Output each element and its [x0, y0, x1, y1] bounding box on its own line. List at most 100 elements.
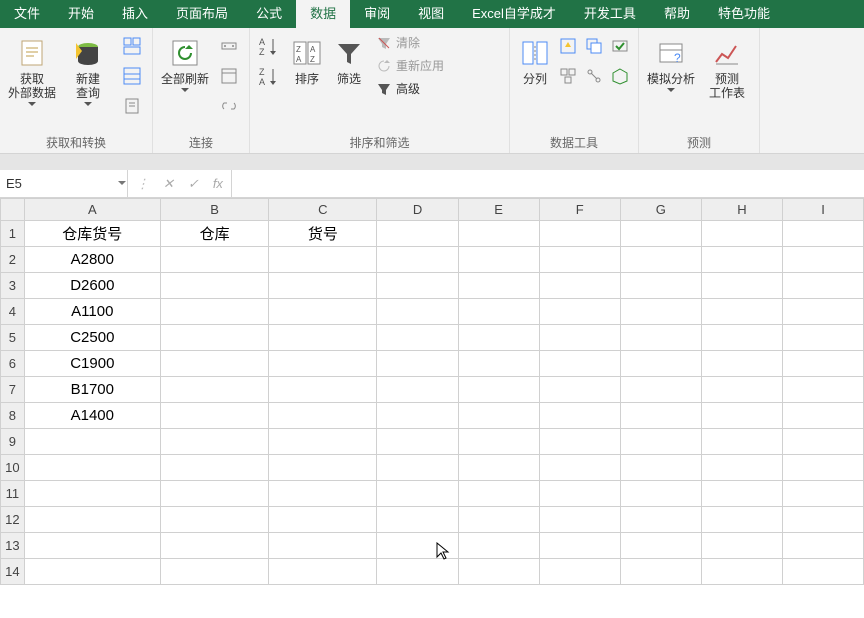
cell[interactable] [783, 299, 864, 325]
tab-file[interactable]: 文件 [0, 0, 54, 28]
cell[interactable] [620, 507, 701, 533]
cell[interactable] [783, 273, 864, 299]
cell[interactable] [783, 377, 864, 403]
cell[interactable] [269, 429, 377, 455]
cell[interactable] [458, 507, 539, 533]
what-if-button[interactable]: ? 模拟分析 [643, 32, 699, 100]
cell[interactable] [269, 377, 377, 403]
cell[interactable] [269, 325, 377, 351]
name-box[interactable]: E5 [0, 170, 128, 197]
row-header[interactable]: 4 [1, 299, 25, 325]
cell[interactable] [701, 273, 782, 299]
cell[interactable] [620, 221, 701, 247]
cell[interactable] [539, 221, 620, 247]
cell[interactable] [269, 273, 377, 299]
tab-review[interactable]: 审阅 [350, 0, 404, 28]
reapply-button[interactable]: 重新应用 [372, 55, 448, 76]
show-queries-icon[interactable] [120, 34, 144, 58]
cell[interactable] [269, 247, 377, 273]
row-header[interactable]: 2 [1, 247, 25, 273]
sort-asc-icon[interactable]: AZ [258, 34, 282, 58]
cell[interactable] [269, 351, 377, 377]
confirm-icon[interactable]: ✓ [188, 176, 199, 192]
row-header[interactable]: 11 [1, 481, 25, 507]
cell[interactable] [701, 247, 782, 273]
tab-custom[interactable]: Excel自学成才 [458, 0, 570, 28]
cell[interactable]: A1400 [24, 403, 160, 429]
cell[interactable] [160, 533, 268, 559]
cell[interactable] [377, 299, 458, 325]
col-header-E[interactable]: E [458, 199, 539, 221]
row-header[interactable]: 1 [1, 221, 25, 247]
cell[interactable] [783, 481, 864, 507]
cell[interactable] [783, 507, 864, 533]
cell[interactable] [160, 299, 268, 325]
consolidate-icon[interactable] [556, 64, 580, 88]
cell[interactable] [377, 351, 458, 377]
cell[interactable]: 仓库 [160, 221, 268, 247]
cell[interactable] [701, 481, 782, 507]
cell[interactable] [458, 351, 539, 377]
cell[interactable] [377, 455, 458, 481]
cell[interactable] [701, 507, 782, 533]
text-to-columns-button[interactable]: 分列 [514, 32, 556, 90]
cell[interactable] [377, 481, 458, 507]
tab-help[interactable]: 帮助 [650, 0, 704, 28]
cell[interactable]: B1700 [24, 377, 160, 403]
cell[interactable] [783, 221, 864, 247]
cell[interactable] [620, 325, 701, 351]
cell[interactable] [160, 481, 268, 507]
cell[interactable] [539, 507, 620, 533]
cell[interactable] [160, 351, 268, 377]
cell[interactable] [539, 325, 620, 351]
cell[interactable] [24, 481, 160, 507]
relationships-icon[interactable] [582, 64, 606, 88]
cell[interactable] [269, 559, 377, 585]
row-header[interactable]: 10 [1, 455, 25, 481]
cell[interactable] [160, 455, 268, 481]
from-table-icon[interactable] [120, 64, 144, 88]
filter-button[interactable]: 筛选 [328, 32, 370, 90]
tab-page-layout[interactable]: 页面布局 [162, 0, 242, 28]
cell[interactable] [269, 481, 377, 507]
get-external-data-button[interactable]: 获取 外部数据 [4, 32, 60, 114]
cell[interactable] [458, 325, 539, 351]
cell[interactable] [701, 299, 782, 325]
tab-home[interactable]: 开始 [54, 0, 108, 28]
cell[interactable] [24, 429, 160, 455]
tab-developer[interactable]: 开发工具 [570, 0, 650, 28]
cell[interactable] [539, 533, 620, 559]
cell[interactable] [160, 403, 268, 429]
cell[interactable] [539, 429, 620, 455]
col-header-H[interactable]: H [701, 199, 782, 221]
cell[interactable] [783, 325, 864, 351]
cell[interactable] [458, 455, 539, 481]
forecast-sheet-button[interactable]: 预测 工作表 [699, 32, 755, 104]
cell[interactable] [539, 481, 620, 507]
cell[interactable] [160, 273, 268, 299]
cell[interactable] [458, 299, 539, 325]
cell[interactable] [269, 533, 377, 559]
cell[interactable] [377, 325, 458, 351]
cell[interactable] [539, 559, 620, 585]
cell[interactable] [377, 273, 458, 299]
fx-icon[interactable]: fx [213, 176, 223, 191]
cell[interactable] [783, 403, 864, 429]
cell[interactable]: 仓库货号 [24, 221, 160, 247]
data-model-icon[interactable] [608, 64, 632, 88]
cell[interactable] [24, 559, 160, 585]
edit-links-icon[interactable] [217, 94, 241, 118]
cell[interactable] [620, 455, 701, 481]
cell[interactable] [24, 507, 160, 533]
cell[interactable] [458, 377, 539, 403]
row-header[interactable]: 8 [1, 403, 25, 429]
cell[interactable] [620, 299, 701, 325]
cell[interactable] [701, 455, 782, 481]
cell[interactable] [539, 351, 620, 377]
cell[interactable] [160, 247, 268, 273]
cell[interactable] [377, 247, 458, 273]
cell[interactable] [539, 299, 620, 325]
cell[interactable] [377, 221, 458, 247]
cell[interactable] [620, 533, 701, 559]
tab-special[interactable]: 特色功能 [704, 0, 784, 28]
